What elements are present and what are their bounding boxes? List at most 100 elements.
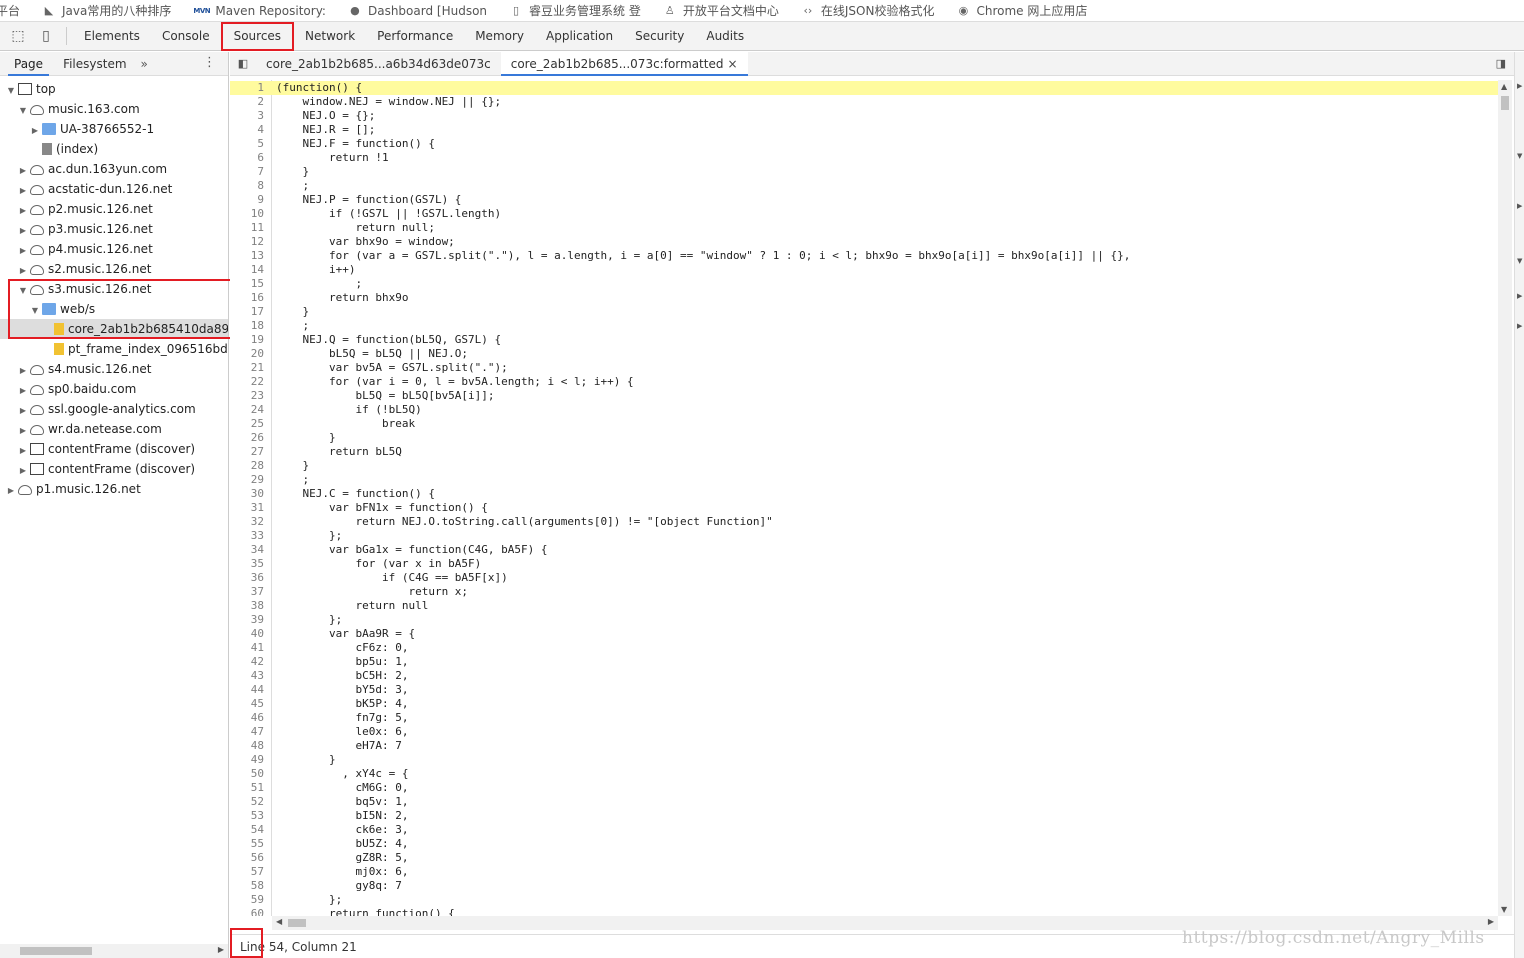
toggle-navigator-icon[interactable]: ◧ bbox=[230, 57, 256, 70]
line-number[interactable]: 44 bbox=[230, 683, 268, 697]
code-vertical-scrollbar[interactable]: ▲ ▼ bbox=[1498, 80, 1512, 916]
line-number[interactable]: 40 bbox=[230, 627, 268, 641]
code-line[interactable]: 35 for (var x in bA5F) bbox=[230, 557, 1498, 571]
editor-tab[interactable]: core_2ab1b2b685...a6b34d63de073c bbox=[256, 52, 501, 76]
code-line[interactable]: 9 NEJ.P = function(GS7L) { bbox=[230, 193, 1498, 207]
tree-item[interactable]: ▼ s3.music.126.net bbox=[0, 279, 228, 299]
navigator-horizontal-scrollbar[interactable]: ▶ bbox=[0, 944, 228, 958]
code-line[interactable]: 23 bL5Q = bL5Q[bv5A[i]]; bbox=[230, 389, 1498, 403]
line-number[interactable]: 19 bbox=[230, 333, 268, 347]
line-number[interactable]: 58 bbox=[230, 879, 268, 893]
code-line[interactable]: 42 bp5u: 1, bbox=[230, 655, 1498, 669]
line-number[interactable]: 12 bbox=[230, 235, 268, 249]
tab-page[interactable]: Page bbox=[8, 52, 50, 76]
code-line[interactable]: 33 }; bbox=[230, 529, 1498, 543]
code-line[interactable]: 55 bU5Z: 4, bbox=[230, 837, 1498, 851]
line-number[interactable]: 27 bbox=[230, 445, 268, 459]
scroll-right-icon[interactable]: ▶ bbox=[218, 945, 224, 954]
chevron-icon[interactable]: ▼ bbox=[1517, 152, 1522, 160]
line-number[interactable]: 1 bbox=[230, 81, 268, 95]
code-line[interactable]: 34 var bGa1x = function(C4G, bA5F) { bbox=[230, 543, 1498, 557]
code-line[interactable]: 7 } bbox=[230, 165, 1498, 179]
scroll-up-icon[interactable]: ▲ bbox=[1501, 82, 1507, 91]
code-line[interactable]: 56 gZ8R: 5, bbox=[230, 851, 1498, 865]
tree-item[interactable]: ▼ top bbox=[0, 79, 228, 99]
editor-tab[interactable]: core_2ab1b2b685...073c:formatted × bbox=[500, 51, 748, 76]
scroll-right-icon[interactable]: ▶ bbox=[1488, 917, 1494, 926]
chevron-icon[interactable]: ▶ bbox=[1517, 202, 1522, 210]
collapsed-arrow-icon[interactable]: ▶ bbox=[18, 201, 28, 219]
bookmark-item[interactable]: ● Dashboard [Hudson bbox=[348, 4, 487, 18]
code-line[interactable]: 54 ck6e: 3, bbox=[230, 823, 1498, 837]
code-line[interactable]: 17 } bbox=[230, 305, 1498, 319]
expanded-arrow-icon[interactable]: ▼ bbox=[30, 301, 40, 319]
line-number[interactable]: 25 bbox=[230, 417, 268, 431]
line-number[interactable]: 22 bbox=[230, 375, 268, 389]
line-number[interactable]: 54 bbox=[230, 823, 268, 837]
close-icon[interactable]: × bbox=[727, 57, 737, 71]
tab-filesystem[interactable]: Filesystem bbox=[57, 52, 132, 76]
line-number[interactable]: 11 bbox=[230, 221, 268, 235]
bookmark-item[interactable]: MVN Maven Repository: bbox=[193, 4, 326, 18]
collapsed-arrow-icon[interactable]: ▶ bbox=[18, 401, 28, 419]
collapsed-arrow-icon[interactable]: ▶ bbox=[18, 181, 28, 199]
code-line[interactable]: 13 for (var a = GS7L.split("."), l = a.l… bbox=[230, 249, 1498, 263]
tab-network[interactable]: Network bbox=[294, 22, 366, 51]
code-line[interactable]: 3 NEJ.O = {}; bbox=[230, 109, 1498, 123]
bookmark-item[interactable]: ♙ 开放平台文档中心 bbox=[663, 2, 779, 19]
code-line[interactable]: 12 var bhx9o = window; bbox=[230, 235, 1498, 249]
tree-item[interactable]: ▶ p4.music.126.net bbox=[0, 239, 228, 259]
expanded-arrow-icon[interactable]: ▼ bbox=[18, 281, 28, 299]
code-line[interactable]: 50 , xY4c = { bbox=[230, 767, 1498, 781]
line-number[interactable]: 51 bbox=[230, 781, 268, 795]
code-line[interactable]: 24 if (!bL5Q) bbox=[230, 403, 1498, 417]
tree-item[interactable]: ▶ UA-38766552-1 bbox=[0, 119, 228, 139]
line-number[interactable]: 18 bbox=[230, 319, 268, 333]
line-number[interactable]: 36 bbox=[230, 571, 268, 585]
line-number[interactable]: 23 bbox=[230, 389, 268, 403]
more-tabs-icon[interactable]: » bbox=[141, 57, 148, 71]
tree-item[interactable]: ▶ p2.music.126.net bbox=[0, 199, 228, 219]
line-number[interactable]: 50 bbox=[230, 767, 268, 781]
inspect-element-icon[interactable]: ⬚ bbox=[8, 26, 28, 46]
code-line[interactable]: 14 i++) bbox=[230, 263, 1498, 277]
collapsed-arrow-icon[interactable]: ▶ bbox=[18, 441, 28, 459]
code-line[interactable]: 38 return null bbox=[230, 599, 1498, 613]
line-number[interactable]: 46 bbox=[230, 711, 268, 725]
line-number[interactable]: 7 bbox=[230, 165, 268, 179]
bookmark-item[interactable]: ◣ Java常用的八种排序 bbox=[42, 2, 172, 19]
code-line[interactable]: 36 if (C4G == bA5F[x]) bbox=[230, 571, 1498, 585]
collapsed-arrow-icon[interactable]: ▶ bbox=[18, 381, 28, 399]
line-number[interactable]: 16 bbox=[230, 291, 268, 305]
code-line[interactable]: 39 }; bbox=[230, 613, 1498, 627]
line-number[interactable]: 57 bbox=[230, 865, 268, 879]
tab-audits[interactable]: Audits bbox=[695, 22, 755, 51]
toggle-debugger-icon[interactable]: ◨ bbox=[1496, 57, 1506, 70]
code-line[interactable]: 4 NEJ.R = []; bbox=[230, 123, 1498, 137]
code-line[interactable]: 1 (function() { bbox=[230, 81, 1498, 95]
code-line[interactable]: 18 ; bbox=[230, 319, 1498, 333]
line-number[interactable]: 9 bbox=[230, 193, 268, 207]
line-number[interactable]: 48 bbox=[230, 739, 268, 753]
code-line[interactable]: 8 ; bbox=[230, 179, 1498, 193]
code-line[interactable]: 44 bY5d: 3, bbox=[230, 683, 1498, 697]
code-line[interactable]: 41 cF6z: 0, bbox=[230, 641, 1498, 655]
line-number[interactable]: 47 bbox=[230, 725, 268, 739]
line-number[interactable]: 4 bbox=[230, 123, 268, 137]
line-number[interactable]: 56 bbox=[230, 851, 268, 865]
line-number[interactable]: 6 bbox=[230, 151, 268, 165]
code-line[interactable]: 25 break bbox=[230, 417, 1498, 431]
code-line[interactable]: 32 return NEJ.O.toString.call(arguments[… bbox=[230, 515, 1498, 529]
line-number[interactable]: 5 bbox=[230, 137, 268, 151]
code-line[interactable]: 47 le0x: 6, bbox=[230, 725, 1498, 739]
tree-item[interactable]: ▶ ssl.google-analytics.com bbox=[0, 399, 228, 419]
tree-item[interactable]: ▶ s4.music.126.net bbox=[0, 359, 228, 379]
collapsed-arrow-icon[interactable]: ▶ bbox=[18, 161, 28, 179]
collapsed-arrow-icon[interactable]: ▶ bbox=[18, 461, 28, 479]
tree-item[interactable]: ▶ wr.da.netease.com bbox=[0, 419, 228, 439]
code-line[interactable]: 22 for (var i = 0, l = bv5A.length; i < … bbox=[230, 375, 1498, 389]
line-number[interactable]: 8 bbox=[230, 179, 268, 193]
line-number[interactable]: 52 bbox=[230, 795, 268, 809]
line-number[interactable]: 38 bbox=[230, 599, 268, 613]
line-number[interactable]: 10 bbox=[230, 207, 268, 221]
